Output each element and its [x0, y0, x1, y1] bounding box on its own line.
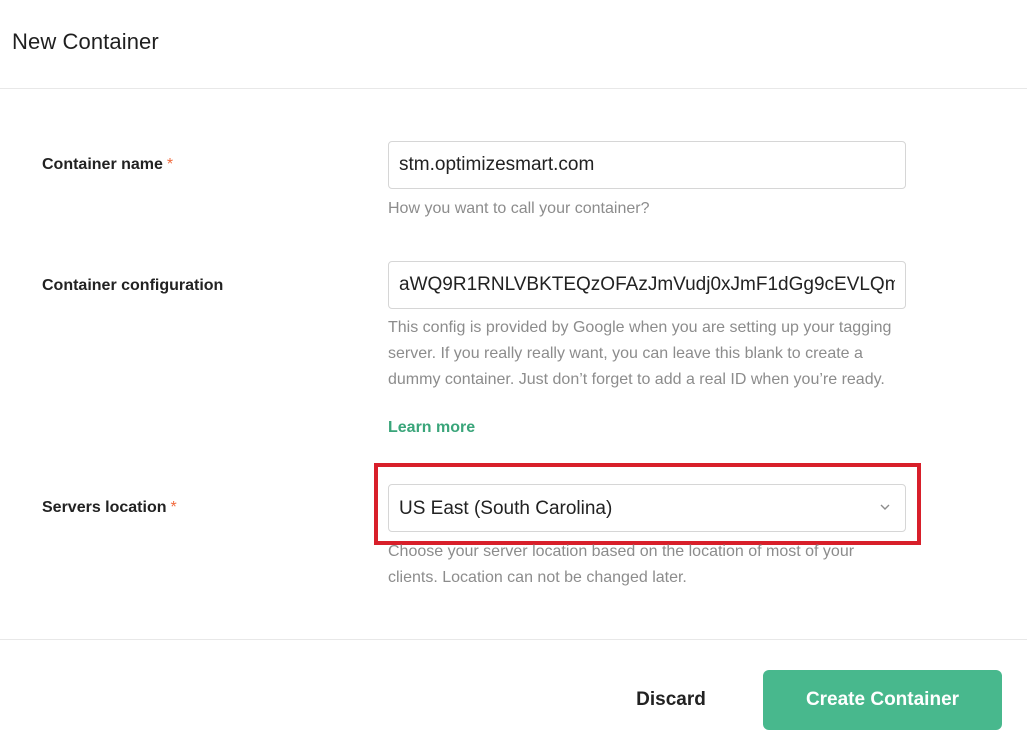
- required-marker: *: [170, 499, 177, 516]
- page-title: New Container: [12, 29, 159, 54]
- dialog-header: New Container: [0, 0, 1027, 89]
- container-name-label: Container name *: [42, 156, 173, 174]
- servers-location-label-text: Servers location: [42, 499, 167, 516]
- chevron-down-icon: [880, 504, 890, 510]
- required-marker: *: [166, 156, 174, 173]
- container-name-help: How you want to call your container?: [388, 200, 650, 217]
- container-configuration-help: This config is provided by Google when y…: [388, 319, 892, 388]
- servers-location-help: Choose your server location based on the…: [388, 543, 855, 586]
- servers-location-selected-value: US East (South Carolina): [399, 498, 613, 519]
- container-configuration-label: Container configuration: [42, 277, 223, 295]
- servers-location-label: Servers location *: [42, 499, 177, 517]
- create-container-button[interactable]: Create Container: [763, 670, 1002, 730]
- container-configuration-input[interactable]: [388, 261, 906, 309]
- discard-button[interactable]: Discard: [621, 678, 721, 722]
- servers-location-select[interactable]: US East (South Carolina): [388, 484, 906, 532]
- container-name-label-text: Container name: [42, 156, 163, 173]
- learn-more-link[interactable]: Learn more: [388, 419, 475, 437]
- container-name-input[interactable]: [388, 141, 906, 189]
- footer-divider: [0, 639, 1027, 640]
- container-configuration-label-text: Container configuration: [42, 277, 224, 294]
